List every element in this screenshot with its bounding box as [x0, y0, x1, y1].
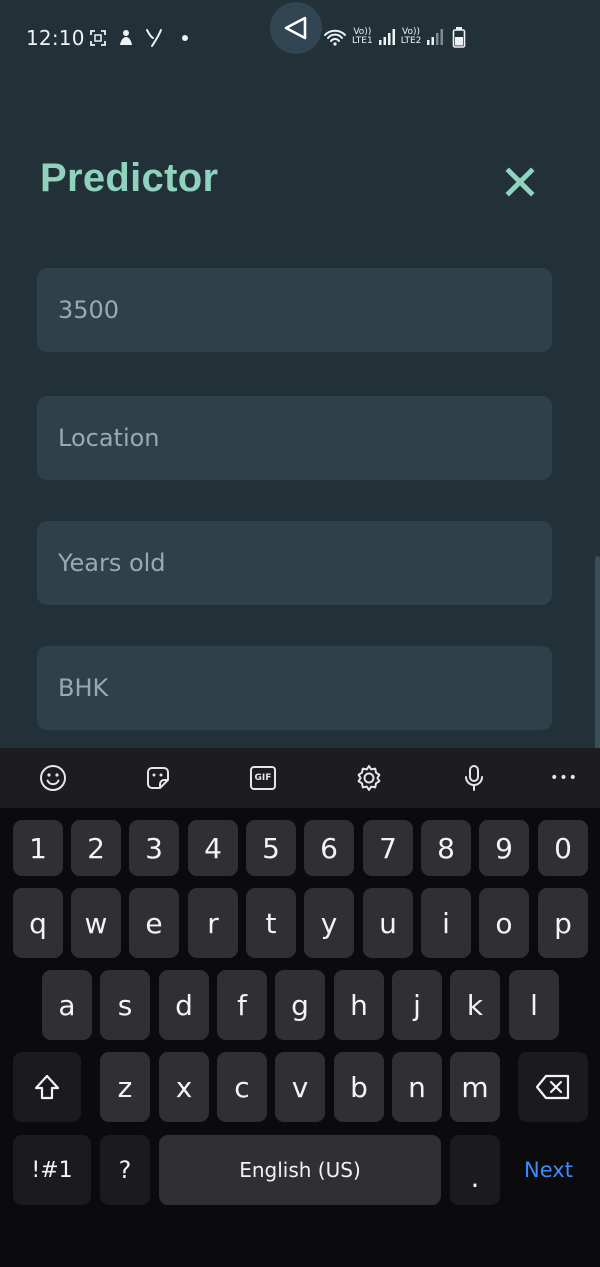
- key-u[interactable]: u: [363, 888, 413, 958]
- key-6[interactable]: 6: [304, 820, 354, 876]
- notification-icons: [88, 26, 188, 50]
- app-notification-icon: [116, 28, 136, 48]
- on-screen-keyboard: GIF ••• 1 2 3 4 5 6 7 8 9 0 q w e r t y …: [0, 748, 600, 1267]
- key-h[interactable]: h: [334, 970, 384, 1040]
- shift-key[interactable]: [13, 1052, 81, 1122]
- years-old-field[interactable]: [37, 521, 552, 605]
- wifi-icon: [322, 27, 348, 47]
- close-button[interactable]: [500, 162, 540, 202]
- key-9[interactable]: 9: [479, 820, 529, 876]
- key-0[interactable]: 0: [538, 820, 588, 876]
- page-title: Predictor: [40, 156, 219, 200]
- status-time: 12:10: [26, 26, 85, 50]
- gif-label: GIF: [250, 766, 276, 790]
- key-q[interactable]: q: [13, 888, 63, 958]
- key-f[interactable]: f: [217, 970, 267, 1040]
- key-t[interactable]: t: [246, 888, 296, 958]
- sim2-network-label: LTE2: [400, 36, 422, 46]
- question-key[interactable]: ?: [100, 1135, 150, 1205]
- status-bar: 12:10 Vo)) LTE1 Vo)) LTE2: [0, 0, 600, 72]
- screenshot-icon: [88, 28, 108, 48]
- key-l[interactable]: l: [509, 970, 559, 1040]
- key-b[interactable]: b: [334, 1052, 384, 1122]
- key-j[interactable]: j: [392, 970, 442, 1040]
- key-n[interactable]: n: [392, 1052, 442, 1122]
- settings-icon[interactable]: [354, 763, 384, 793]
- signal-sim1-icon: [377, 27, 397, 47]
- key-e[interactable]: e: [129, 888, 179, 958]
- back-triangle-icon: [284, 16, 307, 40]
- years-old-input[interactable]: [58, 549, 552, 577]
- location-input[interactable]: [58, 424, 552, 452]
- key-7[interactable]: 7: [363, 820, 413, 876]
- sim1-network-label: LTE1: [352, 36, 373, 46]
- keyboard-toolbar: GIF •••: [0, 748, 600, 808]
- close-icon: [505, 167, 535, 197]
- key-v[interactable]: v: [275, 1052, 325, 1122]
- key-x[interactable]: x: [159, 1052, 209, 1122]
- period-key[interactable]: .: [450, 1135, 500, 1205]
- key-p[interactable]: p: [538, 888, 588, 958]
- key-2[interactable]: 2: [71, 820, 121, 876]
- key-z[interactable]: z: [100, 1052, 150, 1122]
- symbols-key[interactable]: !#1: [13, 1135, 91, 1205]
- bhk-field[interactable]: [37, 646, 552, 730]
- gif-icon[interactable]: GIF: [248, 763, 278, 793]
- backspace-icon: [535, 1074, 570, 1100]
- sticker-icon[interactable]: [143, 763, 173, 793]
- nav-back-button[interactable]: [270, 2, 322, 54]
- key-8[interactable]: 8: [421, 820, 471, 876]
- key-r[interactable]: r: [188, 888, 238, 958]
- app-screen: 12:10 Vo)) LTE1 Vo)) LTE2 Predictor 3500…: [0, 0, 600, 1267]
- key-w[interactable]: w: [71, 888, 121, 958]
- more-icon[interactable]: •••: [549, 763, 579, 793]
- yahoo-icon: [144, 28, 164, 48]
- battery-icon: [449, 27, 469, 48]
- emoji-icon[interactable]: [38, 763, 68, 793]
- space-key[interactable]: English (US): [159, 1135, 441, 1205]
- key-5[interactable]: 5: [246, 820, 296, 876]
- next-key[interactable]: Next: [509, 1135, 588, 1205]
- location-field[interactable]: [37, 396, 552, 480]
- key-a[interactable]: a: [42, 970, 92, 1040]
- bhk-input[interactable]: [58, 674, 552, 702]
- more-notifications-dot: [182, 35, 188, 41]
- key-d[interactable]: d: [159, 970, 209, 1040]
- mic-icon[interactable]: [459, 763, 489, 793]
- key-y[interactable]: y: [304, 888, 354, 958]
- key-4[interactable]: 4: [188, 820, 238, 876]
- key-k[interactable]: k: [450, 970, 500, 1040]
- area-input[interactable]: [58, 296, 552, 324]
- backspace-key[interactable]: [518, 1052, 588, 1122]
- system-status-icons: Vo)) LTE1 Vo)) LTE2: [322, 24, 469, 50]
- key-m[interactable]: m: [450, 1052, 500, 1122]
- key-3[interactable]: 3: [129, 820, 179, 876]
- key-c[interactable]: c: [217, 1052, 267, 1122]
- key-g[interactable]: g: [275, 970, 325, 1040]
- signal-sim2-icon: [425, 27, 445, 47]
- key-1[interactable]: 1: [13, 820, 63, 876]
- shift-icon: [34, 1074, 60, 1100]
- key-i[interactable]: i: [421, 888, 471, 958]
- area-field[interactable]: [37, 268, 552, 352]
- key-o[interactable]: o: [479, 888, 529, 958]
- key-s[interactable]: s: [100, 970, 150, 1040]
